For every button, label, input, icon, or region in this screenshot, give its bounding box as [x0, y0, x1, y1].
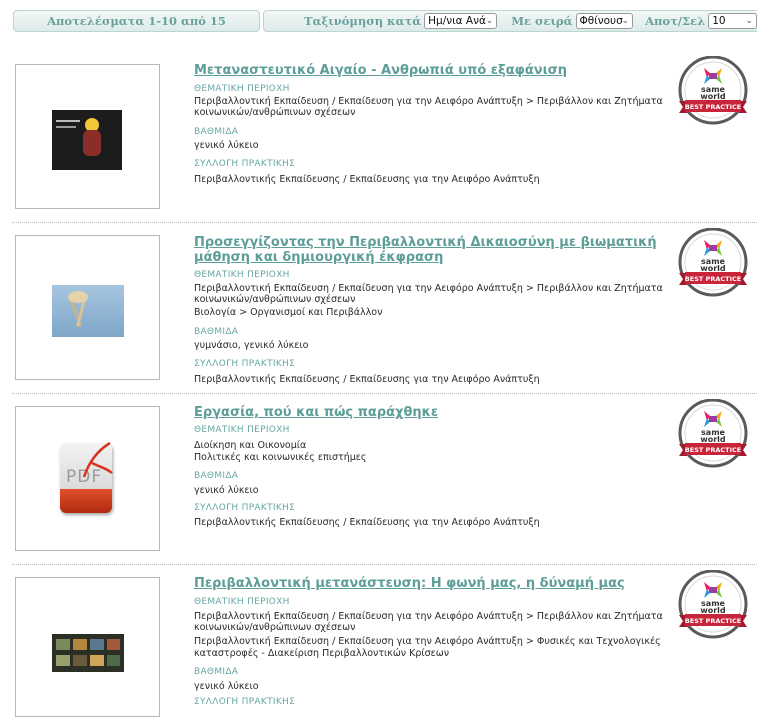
sort-by-label: Ταξινόμηση κατά	[304, 14, 422, 28]
level-value: γενικό λύκειο	[194, 140, 259, 151]
result-thumbnail[interactable]: PDF	[15, 406, 160, 551]
collage-tile	[56, 655, 70, 666]
results-toolbar: Αποτελέσματα 1-10 από 15 Ταξινόμηση κατά…	[0, 0, 757, 34]
collage-tile	[107, 655, 120, 666]
sort-by-select[interactable]: Ημ/νια Ανά ⌄	[424, 13, 498, 29]
results-count: Αποτελέσματα 1-10 από 15	[13, 10, 260, 32]
best-practice-badge: same world BEST PRACTICE	[677, 399, 749, 473]
chalk-line	[56, 126, 76, 128]
badge-text: world	[700, 606, 726, 615]
level-label: ΒΑΘΜΙΔΑ	[194, 667, 239, 677]
badge-ribbon-text: BEST PRACTICE	[685, 275, 741, 283]
thematic-value: κοινωνικών/ανθρώπινων σχέσεων	[194, 107, 356, 118]
thematic-value: Περιβαλλοντική Εκπαίδευση / Εκπαίδευση γ…	[194, 636, 661, 647]
thematic-label: ΘΕΜΑΤΙΚΗ ΠΕΡΙΟΧΗ	[194, 84, 290, 94]
result-title-line: Προσεγγίζοντας την Περιβαλλοντική Δικαιο…	[194, 235, 657, 250]
result-title[interactable]: Περιβαλλοντική μετανάστευση: Η φωνή μας,…	[194, 576, 664, 591]
result-thumbnail[interactable]	[15, 577, 160, 717]
order-label: Με σειρά	[511, 14, 573, 28]
level-label: ΒΑΘΜΙΔΑ	[194, 327, 239, 337]
level-label: ΒΑΘΜΙΔΑ	[194, 471, 239, 481]
result-title-line: μάθηση και δημιουργική έκφραση	[194, 250, 444, 265]
thematic-value: Περιβαλλοντική Εκπαίδευση / Εκπαίδευση γ…	[194, 611, 663, 622]
result-title[interactable]: Προσεγγίζοντας την Περιβαλλοντική Δικαιο…	[194, 235, 664, 265]
badge-text: world	[700, 92, 726, 101]
thumbnail-image	[52, 110, 122, 170]
result-thumbnail[interactable]	[15, 235, 160, 380]
collection-value: Περιβαλλοντικής Εκπαίδευσης / Εκπαίδευση…	[194, 174, 540, 185]
per-page-value: 10	[712, 15, 726, 27]
chevron-down-icon: ⌄	[745, 16, 753, 26]
figure-body-shape	[83, 130, 101, 156]
collection-label: ΣΥΛΛΟΓΗ ΠΡΑΚΤΙΚΗΣ	[194, 503, 296, 513]
thumbnail-image	[52, 285, 124, 337]
collection-label: ΣΥΛΛΟΓΗ ΠΡΑΚΤΙΚΗΣ	[194, 159, 296, 169]
order-select[interactable]: Φθίνουσ ⌄	[575, 13, 634, 29]
collage-tile	[107, 639, 120, 650]
result-title[interactable]: Μεταναστευτικό Αιγαίο - Ανθρωπιά υπό εξα…	[194, 63, 664, 78]
result-separator	[12, 564, 757, 565]
pdf-icon: PDF	[54, 439, 120, 521]
chevron-down-icon: ⌄	[485, 16, 494, 26]
badge-ribbon-text: BEST PRACTICE	[685, 446, 741, 454]
thematic-label: ΘΕΜΑΤΙΚΗ ΠΕΡΙΟΧΗ	[194, 270, 290, 280]
collage-tile	[56, 639, 70, 650]
level-label: ΒΑΘΜΙΔΑ	[194, 127, 239, 137]
per-page-select[interactable]: 10 ⌄	[708, 13, 757, 29]
thematic-value: Βιολογία > Οργανισμοί και Περιβάλλον	[194, 307, 383, 318]
results-count-text: Αποτελέσματα 1-10 από 15	[47, 14, 226, 28]
thematic-label: ΘΕΜΑΤΙΚΗ ΠΕΡΙΟΧΗ	[194, 597, 290, 607]
collection-value: Περιβαλλοντικής Εκπαίδευσης / Εκπαίδευση…	[194, 517, 540, 528]
badge-ribbon-text: BEST PRACTICE	[685, 103, 741, 111]
pdf-swirl	[82, 441, 113, 478]
thematic-value: κοινωνικών/ανθρώπινων σχέσεων	[194, 294, 356, 305]
thematic-value: Περιβαλλοντική Εκπαίδευση / Εκπαίδευση γ…	[194, 283, 663, 294]
collection-label: ΣΥΛΛΟΓΗ ΠΡΑΚΤΙΚΗΣ	[194, 697, 296, 707]
plant-head	[68, 291, 88, 303]
badge-text: world	[700, 264, 726, 273]
level-value: γενικό λύκειο	[194, 681, 259, 692]
thematic-value: Διοίκηση και Οικονομία	[194, 440, 307, 451]
per-page-label: Αποτ/Σελ	[645, 14, 706, 28]
best-practice-badge: same world BEST PRACTICE	[677, 570, 749, 644]
order-value: Φθίνουσ	[579, 15, 623, 27]
collection-value: Περιβαλλοντικής Εκπαίδευσης / Εκπαίδευση…	[194, 374, 540, 385]
thematic-value: Περιβαλλοντική Εκπαίδευση / Εκπαίδευση γ…	[194, 96, 663, 107]
collage-tile	[73, 639, 87, 650]
chalk-line	[56, 120, 80, 122]
level-value: γενικό λύκειο	[194, 485, 259, 496]
result-thumbnail[interactable]	[15, 64, 160, 209]
sort-controls: Ταξινόμηση κατά Ημ/νια Ανά ⌄ Με σειρά Φθ…	[263, 10, 757, 32]
best-practice-badge: same world BEST PRACTICE	[677, 56, 749, 130]
thematic-value: Πολιτικές και κοινωνικές επιστήμες	[194, 452, 367, 463]
collection-label: ΣΥΛΛΟΓΗ ΠΡΑΚΤΙΚΗΣ	[194, 359, 296, 369]
thematic-value: καταστροφές - Διακείριση Περιβαλλοντικών…	[194, 648, 450, 659]
sort-by-value: Ημ/νια Ανά	[428, 15, 486, 27]
collage-tile	[73, 655, 87, 666]
best-practice-badge: same world BEST PRACTICE	[677, 228, 749, 302]
level-value: γυμνάσιο, γενικό λύκειο	[194, 340, 309, 351]
thematic-value: κοινωνικών/ανθρώπινων σχέσεων	[194, 622, 356, 633]
collage-tile	[90, 639, 104, 650]
result-separator	[12, 222, 757, 223]
pdf-band-shape	[60, 489, 112, 513]
collage-tile	[90, 655, 104, 666]
chevron-down-icon: ⌄	[621, 16, 630, 26]
badge-ribbon-text: BEST PRACTICE	[685, 617, 741, 625]
thematic-label: ΘΕΜΑΤΙΚΗ ΠΕΡΙΟΧΗ	[194, 425, 290, 435]
result-separator	[12, 393, 757, 394]
result-title[interactable]: Εργασία, πού και πώς παράχθηκε	[194, 405, 664, 420]
thumbnail-image	[52, 634, 124, 672]
badge-text: world	[700, 435, 726, 444]
